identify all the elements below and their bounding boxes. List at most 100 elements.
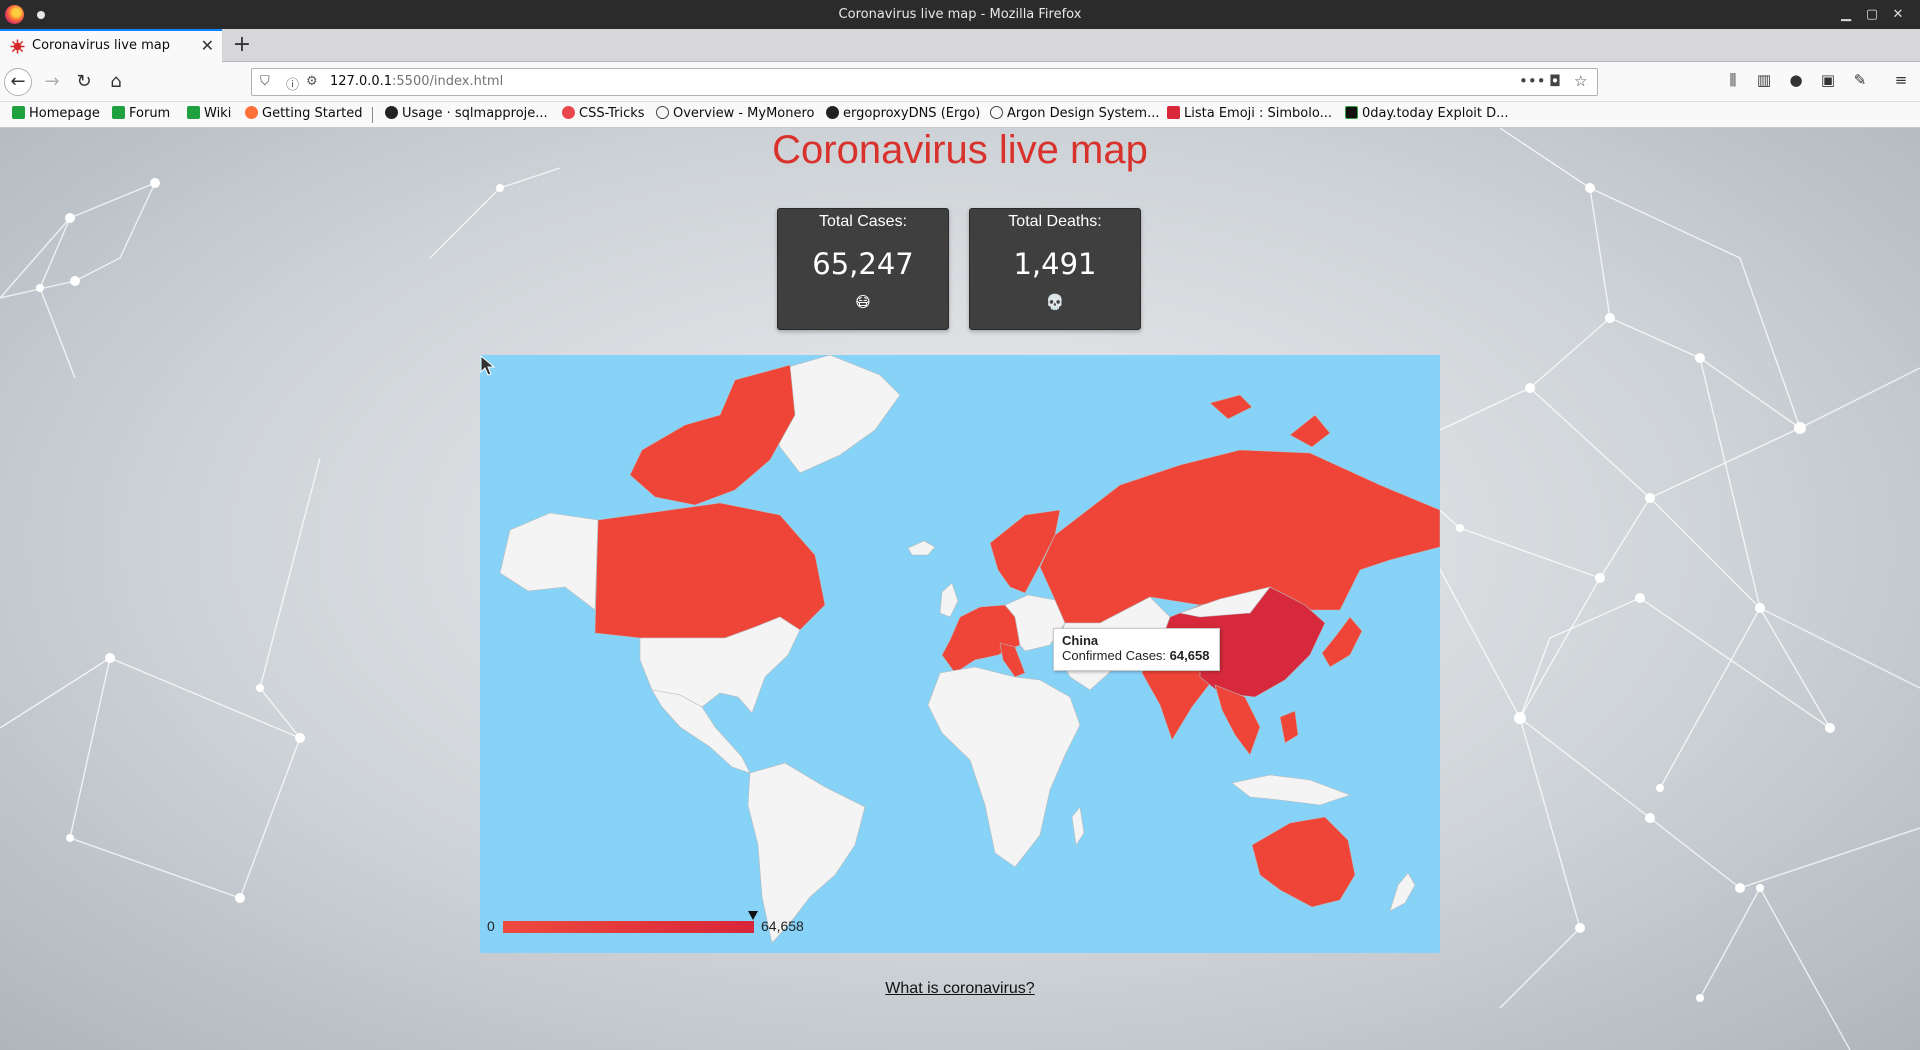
- country-russia-islands[interactable]: [1209, 394, 1331, 448]
- bookmark-homepage[interactable]: Homepage: [12, 106, 100, 121]
- country-iceland[interactable]: [907, 540, 936, 556]
- bookmark-getting-started[interactable]: Getting Started: [245, 106, 363, 121]
- maximize-button[interactable]: ▢: [1861, 4, 1883, 26]
- address-bar[interactable]: ⛉ ⓘ ⚙ 127.0.0.1:5500/index.html ••• ◘ ☆: [251, 68, 1598, 96]
- total-cases-card: Total Cases: 65,247 😷: [777, 208, 949, 330]
- world-map-svg: [499, 355, 1440, 944]
- eyedropper-icon[interactable]: ✎: [1849, 71, 1871, 89]
- country-canada-islands[interactable]: [629, 364, 796, 506]
- permissions-icon[interactable]: ⚙: [306, 74, 318, 89]
- bookmark-sqlmap[interactable]: Usage · sqlmapproje...: [385, 106, 548, 121]
- bookmark-argon[interactable]: Argon Design System...: [990, 106, 1159, 121]
- bookmark-label: Overview - MyMonero: [673, 106, 815, 121]
- extension-icon[interactable]: ▣: [1817, 71, 1839, 89]
- page-actions-icon[interactable]: •••: [1519, 72, 1546, 90]
- navigation-toolbar: ← → ↻ ⌂ ⛉ ⓘ ⚙ 127.0.0.1:5500/index.html …: [0, 62, 1920, 102]
- home-button[interactable]: ⌂: [102, 68, 130, 96]
- tab-coronavirus-live-map[interactable]: Coronavirus live map ✕: [0, 29, 222, 62]
- bookmark-label: Forum: [129, 106, 171, 121]
- bookmark-ergoproxy[interactable]: ergoproxyDNS (Ergo): [826, 106, 980, 121]
- shield-icon[interactable]: ⛉: [260, 74, 270, 89]
- country-new-zealand[interactable]: [1389, 872, 1416, 912]
- bookmark-label: ergoproxyDNS (Ergo): [843, 106, 981, 121]
- bookmark-separator: [372, 107, 373, 123]
- 0day-icon: [1345, 106, 1358, 119]
- bookmark-label: Usage · sqlmapproje...: [402, 106, 548, 121]
- account-icon[interactable]: ●: [1785, 71, 1807, 89]
- bookmark-label: Homepage: [29, 106, 100, 121]
- tab-label: Coronavirus live map: [32, 38, 170, 53]
- css-tricks-icon: [562, 106, 575, 119]
- forward-button[interactable]: →: [38, 68, 66, 96]
- new-tab-button[interactable]: +: [228, 31, 256, 59]
- info-icon[interactable]: ⓘ: [286, 74, 299, 93]
- tooltip-value: 64,658: [1169, 648, 1210, 663]
- github-icon: [826, 106, 839, 119]
- more-info-link-wrap: What is coronavirus?: [0, 980, 1920, 998]
- green-bars-icon: [112, 106, 125, 119]
- bookmark-emoji[interactable]: Lista Emoji : Simbolo...: [1167, 106, 1332, 121]
- country-south-america[interactable]: [747, 762, 866, 944]
- bookmark-wiki[interactable]: Wiki: [187, 106, 231, 121]
- bookmark-forum[interactable]: Forum: [112, 106, 170, 121]
- window-titlebar: Coronavirus live map - Mozilla Firefox ▁…: [0, 0, 1920, 29]
- sidebar-icon[interactable]: ▥: [1753, 71, 1775, 89]
- skull-icon: 💀: [1045, 293, 1065, 311]
- total-cases-label: Total Cases:: [818, 213, 908, 230]
- bookmark-0day[interactable]: 0day.today Exploit D...: [1345, 106, 1509, 121]
- country-canada[interactable]: [594, 502, 826, 639]
- reload-button[interactable]: ↻: [70, 68, 98, 96]
- bookmark-label: Wiki: [204, 106, 232, 121]
- window-title: Coronavirus live map - Mozilla Firefox: [838, 7, 1082, 22]
- country-japan[interactable]: [1321, 616, 1363, 668]
- legend-min-label: 0: [487, 918, 495, 934]
- green-bars-icon: [187, 106, 200, 119]
- world-map[interactable]: 0 64,658 China Confirmed Cases: 64,658: [480, 355, 1440, 953]
- mouse-cursor-icon: [480, 355, 496, 376]
- bookmark-label: Getting Started: [262, 106, 363, 121]
- country-indonesia[interactable]: [1231, 774, 1351, 806]
- country-uk[interactable]: [939, 582, 959, 618]
- emoji-icon: [1167, 106, 1180, 119]
- country-italy[interactable]: [999, 642, 1026, 678]
- bookmark-label: CSS-Tricks: [579, 106, 645, 121]
- pocket-icon[interactable]: ◘: [1549, 72, 1561, 90]
- minimize-button[interactable]: ▁: [1835, 4, 1857, 26]
- bookmark-star-icon[interactable]: ☆: [1574, 72, 1587, 90]
- bookmark-label: Lista Emoji : Simbolo...: [1184, 106, 1332, 121]
- country-madagascar[interactable]: [1071, 806, 1085, 846]
- url-host: 127.0.0.1: [330, 74, 393, 89]
- url-path: :5500/index.html: [392, 74, 504, 89]
- bookmark-css-tricks[interactable]: CSS-Tricks: [562, 106, 645, 121]
- page-content: Coronavirus live map Total Cases: 65,247…: [0, 128, 1920, 1050]
- country-africa[interactable]: [927, 666, 1081, 868]
- legend-max-label: 64,658: [761, 918, 804, 934]
- bookmarks-toolbar: Homepage Forum Wiki Getting Started Usag…: [0, 102, 1920, 128]
- globe-icon: [656, 106, 669, 119]
- total-cases-value: 65,247: [812, 247, 914, 281]
- total-deaths-label: Total Deaths:: [1008, 213, 1102, 230]
- legend-marker-icon: [748, 911, 758, 920]
- country-australia[interactable]: [1251, 816, 1356, 908]
- tooltip-country-name: China: [1062, 633, 1099, 648]
- globe-icon: [990, 106, 1003, 119]
- bookmark-mymonero[interactable]: Overview - MyMonero: [656, 106, 815, 121]
- library-icon[interactable]: ⫼: [1722, 71, 1744, 89]
- url-text[interactable]: 127.0.0.1:5500/index.html: [330, 74, 503, 89]
- close-window-button[interactable]: ✕: [1887, 4, 1909, 26]
- legend-color-bar: [503, 921, 754, 933]
- tooltip-label: Confirmed Cases:: [1062, 648, 1167, 663]
- github-icon: [385, 106, 398, 119]
- country-philippines[interactable]: [1279, 710, 1299, 744]
- firefox-icon: [245, 106, 258, 119]
- green-bars-icon: [12, 106, 25, 119]
- what-is-coronavirus-link[interactable]: What is coronavirus?: [885, 980, 1034, 997]
- country-alaska[interactable]: [499, 512, 599, 611]
- total-deaths-card: Total Deaths: 1,491 💀: [969, 208, 1141, 330]
- menu-icon[interactable]: ≡: [1890, 71, 1912, 89]
- tab-close-icon[interactable]: ✕: [201, 36, 214, 55]
- total-deaths-value: 1,491: [1013, 247, 1097, 281]
- country-tooltip: China Confirmed Cases: 64,658: [1053, 628, 1220, 671]
- virus-favicon-icon: [10, 39, 25, 54]
- back-button[interactable]: ←: [4, 68, 32, 96]
